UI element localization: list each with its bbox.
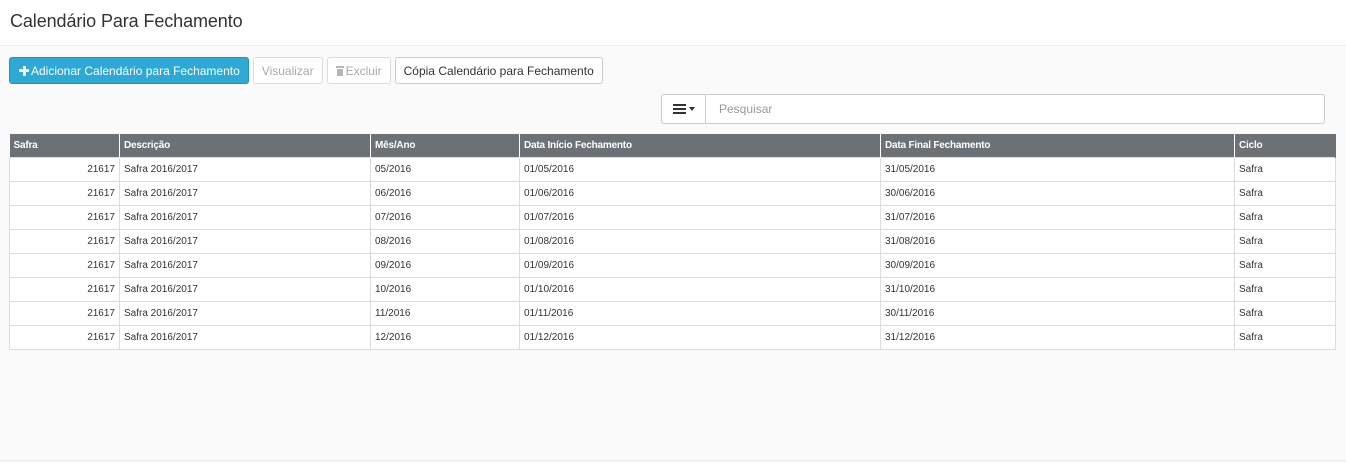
cell-data-final: 31/12/2016 [880,324,1235,350]
cell-safra: 21617 [9,300,120,326]
table-row[interactable]: 21617 Safra 2016/2017 11/2016 01/11/2016 30/… [9,300,1336,326]
cell-ciclo: Safra [1234,156,1336,182]
delete-label: Excluir [345,63,382,78]
cell-ciclo: Safra [1234,252,1336,278]
cell-mes-ano: 11/2016 [370,300,520,326]
cell-mes-ano: 12/2016 [370,324,520,350]
cell-safra: 21617 [9,228,120,254]
cell-data-final: 31/10/2016 [880,276,1235,302]
cell-data-final: 30/06/2016 [880,180,1235,206]
cell-data-final: 30/11/2016 [880,300,1235,326]
delete-button[interactable]: Excluir [326,57,391,84]
cell-safra: 21617 [9,180,120,206]
trash-icon [335,65,344,76]
cell-descricao: Safra 2016/2017 [119,276,371,302]
cell-descricao: Safra 2016/2017 [119,180,371,206]
cell-ciclo: Safra [1234,300,1336,326]
table-row[interactable]: 21617 Safra 2016/2017 08/2016 01/08/2016 31/… [9,228,1336,254]
cell-data-inicio: 01/11/2016 [519,300,881,326]
col-header-mes-ano[interactable]: Mês/Ano [370,134,520,157]
cell-mes-ano: 10/2016 [370,276,520,302]
main-content: Adicionar Calendário para Fechamento Vis… [0,46,1346,463]
cell-safra: 21617 [9,324,120,350]
search-group [661,94,1325,124]
cell-safra: 21617 [9,252,120,278]
calendar-table: Safra Descrição Mês/Ano Data Início Fechame… [9,134,1336,350]
search-input[interactable] [705,94,1325,124]
col-header-ciclo[interactable]: Ciclo [1234,134,1336,157]
cell-data-inicio: 01/10/2016 [519,276,881,302]
copy-calendar-button[interactable]: Cópia Calendário para Fechamento [394,57,603,84]
cell-data-final: 31/05/2016 [880,156,1235,182]
cell-data-inicio: 01/09/2016 [519,252,881,278]
hamburger-menu-icon [672,104,686,114]
cell-data-final: 31/07/2016 [880,204,1235,230]
cell-descricao: Safra 2016/2017 [119,228,371,254]
table-row[interactable]: 21617 Safra 2016/2017 12/2016 01/12/2016 31/… [9,324,1336,350]
plus-icon [19,65,29,76]
cell-mes-ano: 05/2016 [370,156,520,182]
toolbar: Adicionar Calendário para Fechamento Vis… [9,57,603,84]
table-header-row: Safra Descrição Mês/Ano Data Início Fechame… [9,134,1336,157]
cell-descricao: Safra 2016/2017 [119,252,371,278]
page-header: Calendário Para Fechamento [0,0,1346,46]
table-header: Safra Descrição Mês/Ano Data Início Fechame… [9,134,1336,157]
cell-data-inicio: 01/08/2016 [519,228,881,254]
caret-down-icon [688,107,695,111]
cell-data-final: 30/09/2016 [880,252,1235,278]
column-menu-toggle[interactable] [661,94,705,124]
cell-mes-ano: 07/2016 [370,204,520,230]
table-body: 21617 Safra 2016/2017 05/2016 01/05/2016 31/… [9,156,1336,350]
table-row[interactable]: 21617 Safra 2016/2017 06/2016 01/06/2016 30/… [9,180,1336,206]
add-calendar-label: Adicionar Calendário para Fechamento [31,63,240,78]
cell-ciclo: Safra [1234,324,1336,350]
footer-divider [0,460,1346,461]
cell-safra: 21617 [9,204,120,230]
col-header-descricao[interactable]: Descrição [119,134,371,157]
cell-descricao: Safra 2016/2017 [119,156,371,182]
cell-mes-ano: 08/2016 [370,228,520,254]
page-title: Calendário Para Fechamento [10,11,243,31]
cell-data-inicio: 01/06/2016 [519,180,881,206]
table-row[interactable]: 21617 Safra 2016/2017 10/2016 01/10/2016 31/… [9,276,1336,302]
cell-descricao: Safra 2016/2017 [119,324,371,350]
cell-descricao: Safra 2016/2017 [119,300,371,326]
cell-safra: 21617 [9,276,120,302]
cell-data-final: 31/08/2016 [880,228,1235,254]
table-row[interactable]: 21617 Safra 2016/2017 05/2016 01/05/2016 31/… [9,156,1336,182]
cell-data-inicio: 01/07/2016 [519,204,881,230]
col-header-data-final[interactable]: Data Final Fechamento [880,134,1235,157]
cell-ciclo: Safra [1234,204,1336,230]
add-calendar-button[interactable]: Adicionar Calendário para Fechamento [9,57,249,84]
cell-data-inicio: 01/12/2016 [519,324,881,350]
view-button[interactable]: Visualizar [252,57,323,84]
table-row[interactable]: 21617 Safra 2016/2017 07/2016 01/07/2016 31/… [9,204,1336,230]
cell-ciclo: Safra [1234,180,1336,206]
cell-safra: 21617 [9,156,120,182]
cell-descricao: Safra 2016/2017 [119,204,371,230]
table-row[interactable]: 21617 Safra 2016/2017 09/2016 01/09/2016 30/… [9,252,1336,278]
cell-ciclo: Safra [1234,276,1336,302]
cell-data-inicio: 01/05/2016 [519,156,881,182]
cell-mes-ano: 09/2016 [370,252,520,278]
cell-ciclo: Safra [1234,228,1336,254]
view-label: Visualizar [261,63,314,78]
col-header-safra[interactable]: Safra [9,134,120,157]
copy-calendar-label: Cópia Calendário para Fechamento [403,63,594,78]
cell-mes-ano: 06/2016 [370,180,520,206]
col-header-data-inicio[interactable]: Data Início Fechamento [519,134,881,157]
